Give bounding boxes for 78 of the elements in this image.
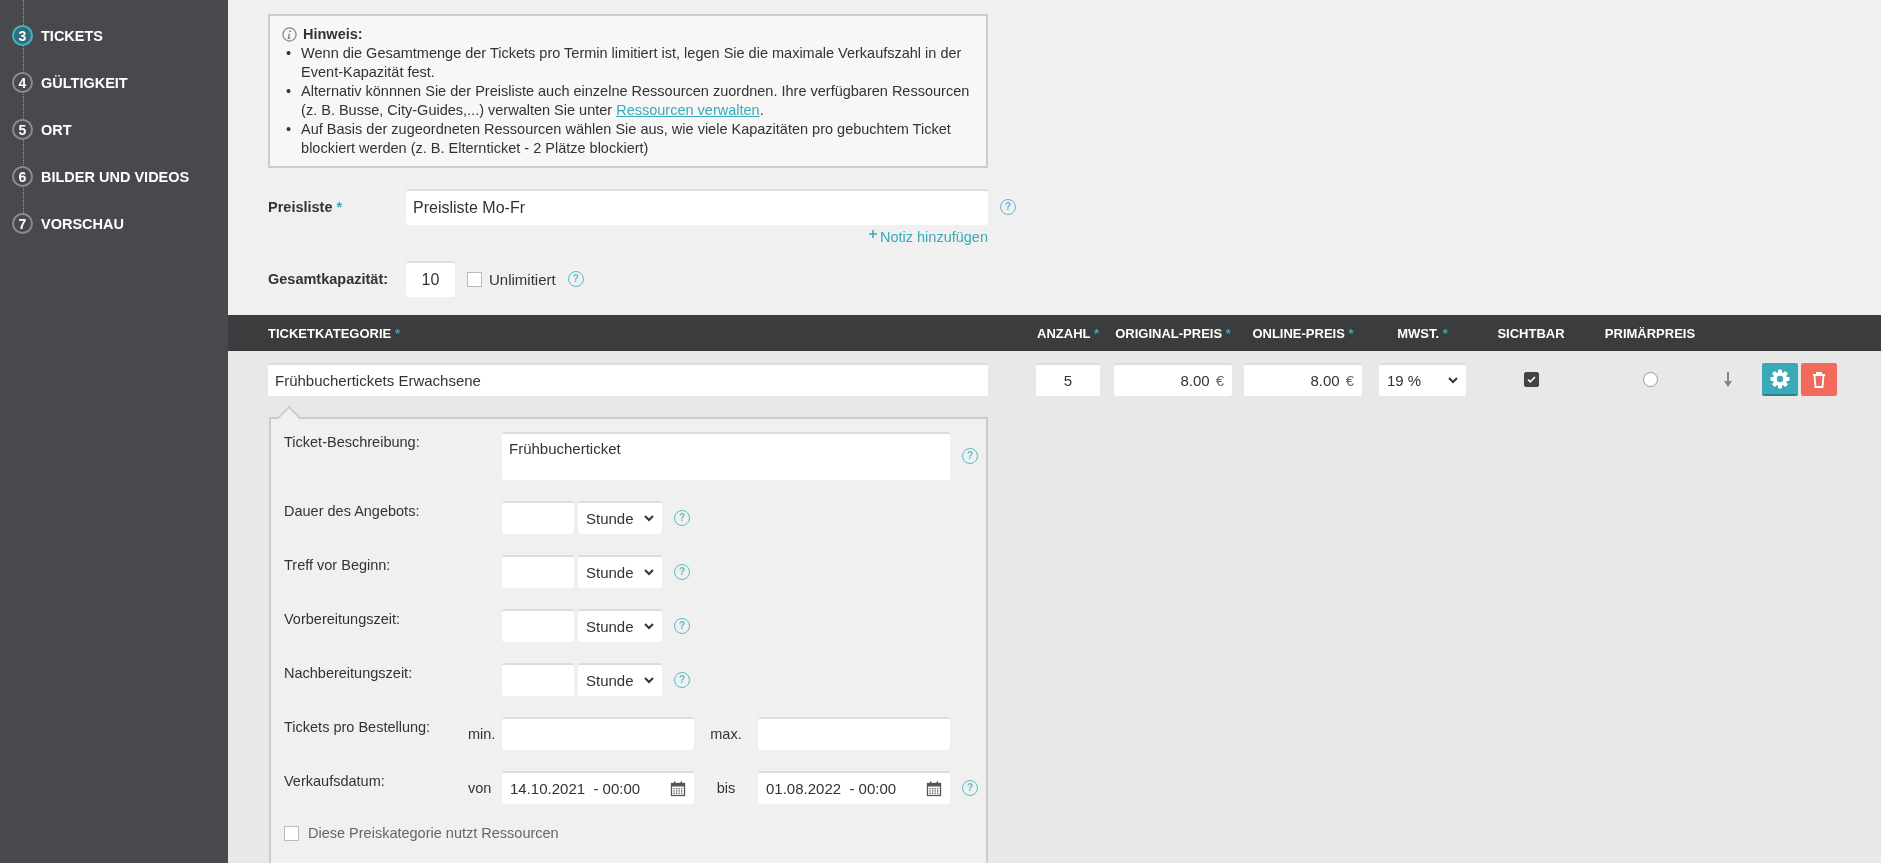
description-textarea[interactable]: Frühbucherticket — [502, 432, 950, 480]
original-price-input[interactable]: 8.00 € — [1114, 363, 1232, 396]
delete-button[interactable] — [1801, 363, 1837, 396]
unit-select[interactable]: Stunde — [578, 609, 662, 642]
hint-text: Auf Basis der zugeordneten Ressourcen wählen Sie aus, wie viele Kapazitäten pro gebuchtem Ticket blockiert werden (z. B. Elternticket - 2 Plätze blockiert) — [301, 120, 952, 158]
hint-text: Alternativ könnnen Sie der Preisliste auch einzelne Ressourcen zuordnen. Ihre verfügbaren Ressourcen (z. B. Busse, City-Guides,...) verwalten Sie unter Ressourcen verwalten. — [301, 82, 971, 120]
duration-input[interactable] — [502, 501, 574, 534]
price-list-label: Preisliste * — [268, 199, 344, 215]
ticket-category-input[interactable]: Frühbuchertickets Erwachsene — [268, 363, 988, 396]
vat-select[interactable]: 19 % — [1379, 363, 1466, 396]
trash-icon — [1812, 371, 1826, 388]
visible-checkbox[interactable] — [1523, 372, 1539, 387]
from-label: von — [468, 779, 493, 796]
duration-input[interactable] — [502, 555, 574, 588]
date-field[interactable]: 01.08.2022 - 00:00 — [758, 771, 950, 804]
column-header: ANZAHL * — [1036, 325, 1100, 341]
chevron-icon — [644, 623, 654, 630]
duration-input[interactable] — [502, 663, 574, 696]
check-icon — [1526, 376, 1536, 383]
column-header: ORIGINAL-PREIS * — [1114, 325, 1232, 341]
step-label[interactable]: VORSCHAU — [41, 215, 124, 232]
field-label: Dauer des Angebots: — [284, 502, 421, 519]
step-label[interactable]: TICKETS — [41, 27, 104, 44]
resources-label: Diese Preiskategorie nutzt Ressourcen — [308, 825, 559, 841]
chevron-icon — [644, 515, 654, 522]
date-field[interactable]: 14.10.2021 - 00:00 — [502, 771, 694, 804]
calendar-icon[interactable] — [926, 780, 942, 797]
step-number[interactable]: 7 — [12, 213, 33, 234]
unlimited-checkbox[interactable] — [467, 271, 482, 287]
step-label[interactable]: ORT — [41, 121, 72, 138]
step-number[interactable]: 4 — [12, 72, 33, 93]
duration-input[interactable] — [502, 609, 574, 642]
bullet: • — [286, 82, 292, 101]
resources-checkbox[interactable] — [284, 825, 299, 841]
unit-select[interactable]: Stunde — [578, 555, 662, 588]
column-header: SICHTBAR — [1496, 325, 1566, 341]
field-label: Tickets pro Bestellung: — [284, 718, 432, 735]
info-icon — [282, 27, 297, 42]
unit-select[interactable]: Stunde — [578, 501, 662, 534]
gear-icon — [1770, 368, 1790, 389]
settings-button[interactable] — [1762, 363, 1798, 396]
max-label: max. — [709, 725, 743, 742]
chevron-icon — [644, 569, 654, 576]
step-number[interactable]: 6 — [12, 166, 33, 187]
calendar-icon[interactable] — [670, 780, 686, 797]
chevron-icon — [1448, 377, 1458, 384]
step-label[interactable]: BILDER UND VIDEOS — [41, 168, 190, 185]
column-header: PRIMÄRPREIS — [1603, 325, 1697, 341]
step-label[interactable]: GÜLTIGKEIT — [41, 74, 128, 91]
hint-title: Hinweis: — [303, 25, 363, 44]
count-input[interactable]: 5 — [1036, 363, 1100, 396]
column-header: TICKETKATEGORIE * — [268, 325, 401, 341]
column-header: ONLINE-PREIS * — [1251, 325, 1355, 341]
step-number[interactable]: 5 — [12, 119, 33, 140]
bullet: • — [286, 44, 292, 63]
bullet: • — [286, 120, 292, 139]
chevron-icon — [644, 677, 654, 684]
hint-text: Wenn die Gesamtmenge der Tickets pro Termin limitiert ist, legen Sie die maximale Verkaufszahl in der Event-Kapazität fest. — [301, 44, 963, 82]
column-header: MWST. * — [1396, 325, 1449, 341]
step-number[interactable]: 3 — [12, 25, 33, 46]
min-input[interactable] — [502, 717, 694, 750]
unit-select[interactable]: Stunde — [578, 663, 662, 696]
field-label: Nachbereitungszeit: — [284, 664, 414, 681]
capacity-input[interactable]: 10 — [406, 261, 455, 297]
plus-icon — [869, 230, 877, 238]
max-input[interactable] — [758, 717, 950, 750]
field-label: Verkaufsdatum: — [284, 772, 386, 789]
field-label: Treff vor Beginn: — [284, 556, 392, 573]
field-label: Vorbereitungszeit: — [284, 610, 402, 627]
primary-radio[interactable] — [1642, 372, 1658, 387]
min-label: min. — [468, 725, 497, 742]
arrow-down-icon[interactable] — [1724, 372, 1732, 387]
capacity-label: Gesamtkapazität: — [268, 271, 390, 287]
unlimited-label: Unlimitiert — [489, 270, 556, 288]
online-price-input[interactable]: 8.00 € — [1244, 363, 1362, 396]
field-label: Ticket-Beschreibung: — [284, 433, 421, 450]
price-list-input[interactable]: Preisliste Mo-Fr — [406, 189, 988, 225]
to-label: bis — [715, 779, 737, 796]
